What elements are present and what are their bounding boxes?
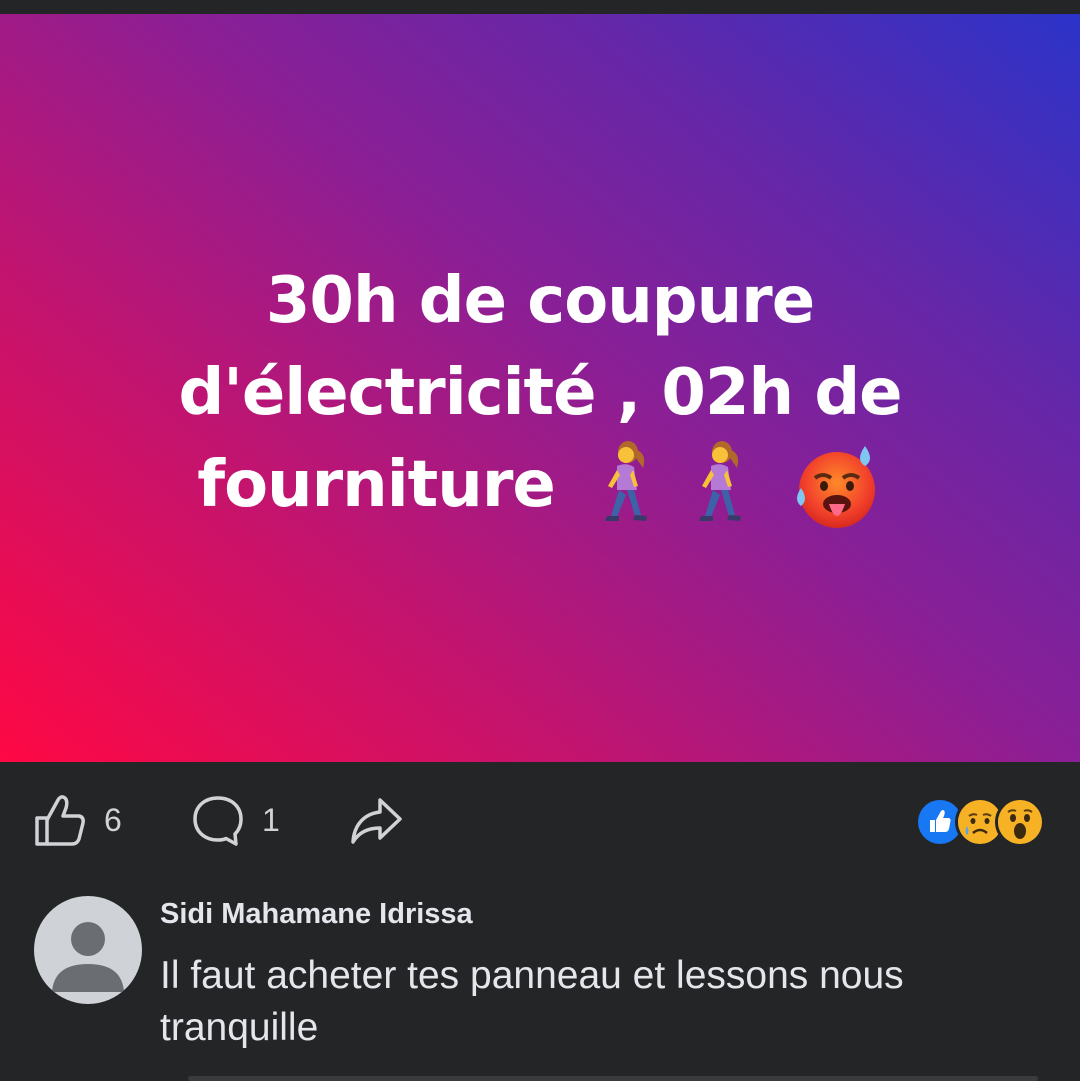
post-text-line-1: 30h de coupure xyxy=(265,263,815,338)
post-banner[interactable]: 30h de coupure d'électricité , 02h de fo… xyxy=(0,14,1080,762)
share-arrow-icon xyxy=(348,792,404,848)
share-button[interactable] xyxy=(348,792,404,848)
avatar[interactable] xyxy=(34,896,142,1004)
reaction-summary[interactable] xyxy=(918,800,1042,844)
wow-reaction-icon xyxy=(998,800,1042,844)
status-strip xyxy=(0,0,1080,14)
comment-item: Sidi Mahamane Idrissa Il faut acheter te… xyxy=(0,892,1080,1081)
sad-reaction-icon xyxy=(958,800,1002,844)
woman-walking-icon xyxy=(687,440,751,524)
hot-face-icon xyxy=(791,440,883,532)
like-count: 6 xyxy=(104,801,122,838)
post-text: 30h de coupure d'électricité , 02h de fo… xyxy=(130,255,950,532)
like-button[interactable]: 6 xyxy=(32,792,122,848)
woman-walking-icon xyxy=(593,440,657,524)
comment-count: 1 xyxy=(262,801,280,838)
post-text-line-3: fourniture xyxy=(197,447,556,522)
comment-bubble-icon xyxy=(190,792,246,848)
comment-author[interactable]: Sidi Mahamane Idrissa xyxy=(160,894,473,934)
thumbs-up-icon xyxy=(32,792,88,848)
comment-text: Il faut acheter tes panneau et lessons n… xyxy=(160,954,904,1049)
next-comment-edge xyxy=(188,1076,1038,1081)
like-reaction-icon xyxy=(918,800,962,844)
post-action-bar: 6 1 xyxy=(0,762,1080,892)
post-text-line-2: d'électricité , 02h de xyxy=(178,355,902,430)
comment-button[interactable]: 1 xyxy=(190,792,280,848)
